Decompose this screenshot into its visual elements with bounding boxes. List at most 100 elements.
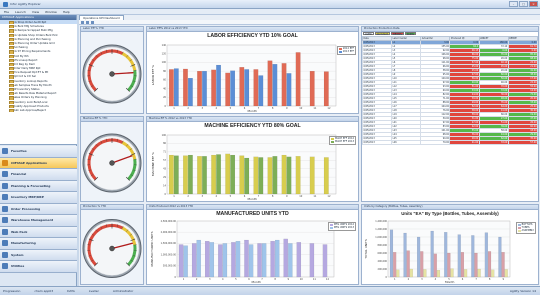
section-label: Planning & Forecasting [11, 183, 51, 188]
bar [433, 253, 437, 277]
bar [267, 60, 273, 106]
bar [173, 67, 179, 106]
sidebar-section-favorites[interactable]: Favorites [0, 146, 77, 158]
legend-label: MFG UNITS 2013 [333, 226, 354, 229]
close-button[interactable]: × [529, 1, 538, 7]
section-icon [2, 251, 8, 258]
status-filter[interactable]: SKIPAI [404, 32, 417, 36]
x-tick-label: 7 [475, 277, 477, 280]
legend-swatch [338, 47, 342, 50]
legend-label: ASSEMBLY [521, 229, 534, 232]
section-icon [2, 228, 8, 235]
x-tick-label: 6 [248, 277, 250, 280]
section-label: Web Pack [11, 229, 28, 234]
y-tick-label: 1,400,000 [375, 219, 387, 222]
table-cell: 33.00 [478, 140, 509, 145]
sidebar-section-manufacturing[interactable]: Manufacturing [0, 238, 77, 250]
y-tick-label: 100 [162, 133, 167, 136]
x-tick-label: 12 [327, 194, 331, 197]
bar [457, 234, 461, 277]
bar [309, 156, 315, 194]
bar [295, 155, 301, 194]
table-cell: 6/25/2013 [362, 140, 393, 145]
bar [474, 252, 478, 277]
title-bar: Infor Agility Explorer – □ × [0, 0, 540, 9]
bar [477, 268, 481, 277]
minimize-button[interactable]: – [509, 1, 518, 7]
units-type-panel: Units by Category (Bottles, Tubes, Assem… [361, 204, 539, 285]
save-icon[interactable] [81, 20, 84, 24]
sidebar-section-planning-forecasting[interactable]: Planning & Forecasting [0, 180, 77, 192]
chart-svg: 0204060801001201401 2 3 4 5 6 7 8 9 10 11 12 [162, 43, 337, 109]
bar [183, 155, 188, 194]
machine-efficiency-chart: MACHINE EFFICIENCY YTD 80% GOAL 0 14 29 43 57… [147, 122, 358, 201]
bar [196, 239, 201, 277]
legend-swatch [517, 229, 521, 232]
y-tick-label: 600,000 [378, 251, 388, 254]
x-tick-label: 12 [327, 106, 331, 109]
sidebar-section-cmyage-applications[interactable]: CMYAGE Applications [0, 157, 77, 169]
bar [230, 70, 236, 106]
x-tick-label: 11 [313, 106, 317, 109]
status-filter[interactable]: REWKS [391, 32, 404, 36]
bar [420, 250, 424, 277]
bar [417, 236, 421, 277]
x-tick-label: 8 [489, 277, 491, 280]
y-tick-label: 0 [175, 275, 177, 278]
x-tick-label: 7 [258, 106, 260, 109]
bar [487, 250, 492, 277]
bar [239, 66, 245, 106]
status-filter[interactable]: OVER [363, 32, 374, 36]
y-tick-label: 29 [163, 175, 166, 178]
bar [202, 155, 207, 194]
legend-item: MFG UNITS 2013 [329, 226, 354, 229]
sidebar-section-web-pack[interactable]: Web Pack [0, 226, 77, 238]
bar [244, 157, 250, 194]
bar [322, 243, 328, 277]
x-tick-label: 9 [502, 277, 504, 280]
y-tick-label: 60 [163, 78, 166, 81]
section-icon [2, 148, 8, 155]
y-tick-label: 43 [163, 167, 166, 170]
x-tick-label: 6 [244, 194, 246, 197]
status-user: Administrator [112, 289, 134, 293]
menu-launch[interactable]: Launch [15, 10, 26, 14]
y-tick-label: 140 [162, 43, 167, 46]
gauge-hub [109, 245, 115, 251]
status-progression: Progression [3, 289, 21, 293]
status-filter[interactable]: NOT EDIT [374, 32, 391, 36]
bar [248, 243, 254, 277]
y-tick-label: 20 [163, 96, 166, 99]
x-tick-label: 8 [272, 106, 274, 109]
gauge-hub [109, 159, 115, 166]
menu-view[interactable]: View [32, 10, 39, 14]
tree-item[interactable]: Bulk Lab Approve/Reject [0, 108, 77, 113]
section-label: CMYAGE Applications [11, 160, 47, 165]
bar [205, 240, 210, 277]
print-icon[interactable] [86, 20, 89, 24]
sidebar-section-utilities[interactable]: Utilities [0, 261, 77, 273]
bar [423, 268, 427, 277]
bar [225, 72, 231, 106]
refresh-icon[interactable] [91, 20, 94, 24]
sidebar-section-order-processing[interactable]: Order Processing [0, 203, 77, 215]
menu-file[interactable]: File [4, 10, 9, 14]
y-axis-label: MANUFACTURED UNITS [150, 231, 154, 266]
x-tick-label: 1 [173, 106, 175, 109]
legend-label: 2013 EFF [342, 50, 354, 53]
bar [275, 239, 280, 277]
gauge-hub [109, 70, 115, 77]
sidebar-section-warehouse-management[interactable]: Warehouse Management [0, 215, 77, 227]
status-server: cham app03 [34, 289, 54, 293]
sidebar-section-system[interactable]: System [0, 249, 77, 261]
section-label: Inventory MRP/DRP [11, 195, 44, 200]
menu-help[interactable]: Help [63, 10, 70, 14]
table-row[interactable]: 6/25/2013 L26 79.00 41.00 33.00 57.00 [362, 140, 538, 145]
maximize-button[interactable]: □ [519, 1, 528, 7]
menu-window[interactable]: Window [45, 10, 57, 14]
x-tick-label: 5 [230, 194, 232, 197]
bar [211, 69, 216, 106]
sidebar-section-inventory-mrp-drp[interactable]: Inventory MRP/DRP [0, 192, 77, 204]
y-tick-label: 0 [386, 275, 388, 278]
sidebar-section-financial[interactable]: Financial [0, 169, 77, 181]
